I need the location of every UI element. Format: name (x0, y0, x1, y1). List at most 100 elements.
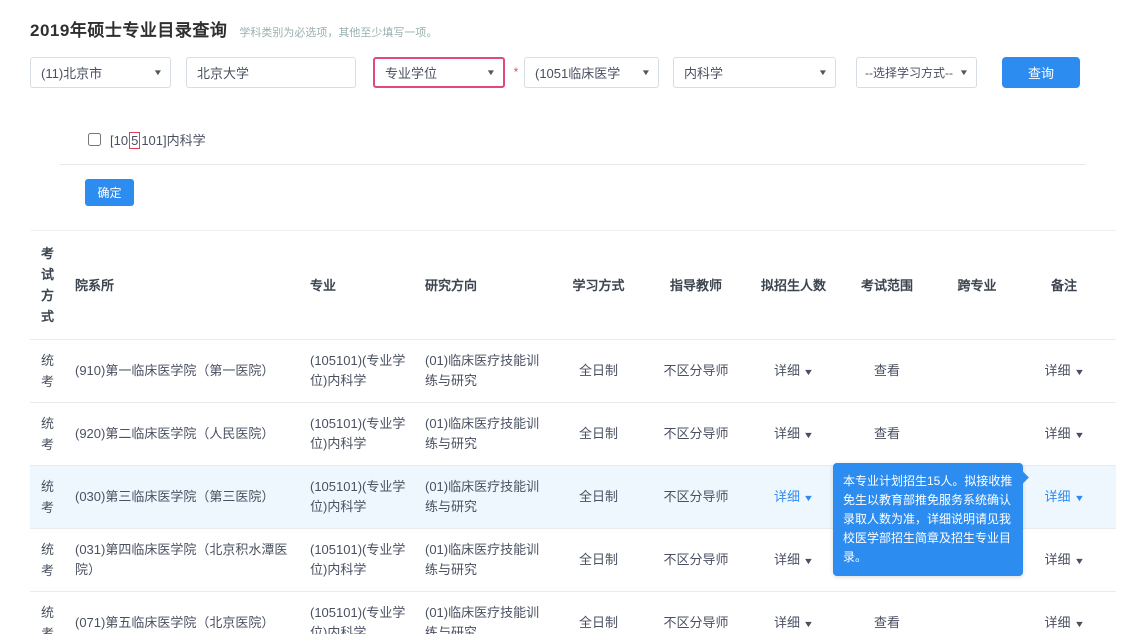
caret-down-icon: ▼ (959, 68, 969, 77)
study-mode-select-value: --选择学习方式-- (865, 64, 953, 81)
remarks-tooltip: 本专业计划招生15人。拟接收推免生以教育部推免服务系统确认录取人数为准，详细说明… (833, 463, 1023, 576)
major-selection-panel: [105101]内科学 确定 (60, 118, 1086, 206)
caret-down-icon: ▼ (803, 614, 814, 634)
page-subtitle: 学科类别为必选项，其他至少填写一项。 (239, 24, 437, 40)
page-header: 2019年硕士专业目录查询 学科类别为必选项，其他至少填写一项。 (0, 0, 1146, 41)
caret-down-icon: ▼ (153, 68, 163, 77)
province-select[interactable]: (11)北京市 ▼ (30, 57, 171, 88)
caret-down-icon: ▼ (1073, 551, 1084, 571)
study-mode-select[interactable]: --选择学习方式-- ▼ (856, 57, 977, 88)
direction-cell: (01)临床医疗技能训练与研究 (425, 477, 551, 517)
catalog-query-page: 2019年硕士专业目录查询 学科类别为必选项，其他至少填写一项。 (11)北京市… (0, 0, 1146, 634)
table-row: 统考 (071)第五临床医学院（北京医院） (105101)(专业学位)内科学 … (30, 591, 1116, 634)
major-select[interactable]: 内科学 ▼ (673, 57, 836, 88)
university-input-wrap (186, 57, 356, 88)
exam-scope-link[interactable]: 查看 (874, 426, 900, 441)
enrollment-detail-dropdown[interactable]: 详细▼ (774, 363, 813, 378)
direction-cell: (01)临床医疗技能训练与研究 (425, 540, 551, 580)
province-select-value: (11)北京市 (41, 63, 102, 82)
supervisor-cell: 不区分导师 (646, 424, 746, 444)
major-checkbox-row: [105101]内科学 (60, 118, 1086, 164)
caret-down-icon: ▼ (1073, 362, 1084, 382)
supervisor-cell: 不区分导师 (646, 550, 746, 570)
major-cell: (105101)(专业学位)内科学 (310, 414, 425, 454)
required-asterisk: * (511, 65, 521, 79)
major-cell: (105101)(专业学位)内科学 (310, 351, 425, 391)
exam-method-cell: 统考 (30, 539, 75, 581)
remarks-detail-dropdown[interactable]: 详细▼ (1045, 363, 1084, 378)
department-cell: (071)第五临床医学院（北京医院） (75, 613, 310, 633)
direction-cell: (01)临床医疗技能训练与研究 (425, 603, 551, 634)
enrollment-detail-dropdown[interactable]: 详细▼ (774, 426, 813, 441)
supervisor-cell: 不区分导师 (646, 487, 746, 507)
exam-method-cell: 统考 (30, 413, 75, 455)
study-mode-cell: 全日制 (551, 361, 646, 381)
highlighted-digit: 5 (129, 132, 140, 149)
remarks-detail-dropdown[interactable]: 详细▼ (1045, 426, 1084, 441)
exam-scope-link[interactable]: 查看 (874, 363, 900, 378)
discipline-select-value: (1051临床医学 (535, 63, 620, 82)
department-cell: (920)第二临床医学院（人民医院） (75, 424, 310, 444)
supervisor-cell: 不区分导师 (646, 361, 746, 381)
exam-method-cell: 统考 (30, 350, 75, 392)
table-row: 统考 (920)第二临床医学院（人民医院） (105101)(专业学位)内科学 … (30, 402, 1116, 465)
enrollment-detail-dropdown[interactable]: 详细▼ (774, 615, 813, 630)
remarks-detail-dropdown[interactable]: 详细▼ (1045, 615, 1084, 630)
direction-cell: (01)临床医疗技能训练与研究 (425, 351, 551, 391)
caret-down-icon: ▼ (803, 362, 814, 382)
caret-down-icon: ▼ (803, 488, 814, 508)
department-cell: (030)第三临床医学院（第三医院） (75, 487, 310, 507)
caret-down-icon: ▼ (818, 68, 828, 77)
exam-scope-link[interactable]: 查看 (874, 615, 900, 630)
header-department: 院系所 (75, 275, 310, 296)
direction-cell: (01)临床医疗技能训练与研究 (425, 414, 551, 454)
study-mode-cell: 全日制 (551, 550, 646, 570)
major-checkbox[interactable] (88, 133, 101, 146)
header-remarks: 备注 (1021, 275, 1107, 296)
header-direction: 研究方向 (425, 275, 551, 296)
discipline-select[interactable]: (1051临床医学 ▼ (524, 57, 659, 88)
caret-down-icon: ▼ (486, 68, 496, 77)
degree-type-select-value: 专业学位 (385, 63, 437, 82)
header-supervisor: 指导教师 (646, 275, 746, 296)
study-mode-cell: 全日制 (551, 487, 646, 507)
caret-down-icon: ▼ (641, 68, 651, 77)
confirm-button[interactable]: 确定 (85, 179, 134, 206)
header-exam-scope: 考试范围 (841, 275, 933, 296)
major-cell: (105101)(专业学位)内科学 (310, 477, 425, 517)
enrollment-detail-dropdown[interactable]: 详细▼ (774, 552, 813, 567)
enrollment-detail-dropdown[interactable]: 详细▼ (774, 489, 813, 504)
caret-down-icon: ▼ (803, 551, 814, 571)
header-major: 专业 (310, 275, 425, 296)
header-enrollment: 拟招生人数 (746, 275, 841, 296)
department-cell: (031)第四临床医学院（北京积水潭医院） (75, 540, 310, 580)
department-cell: (910)第一临床医学院（第一医院） (75, 361, 310, 381)
caret-down-icon: ▼ (803, 425, 814, 445)
degree-type-select[interactable]: 专业学位 ▼ (373, 57, 505, 88)
university-input[interactable] (197, 65, 347, 80)
header-study-mode: 学习方式 (551, 275, 646, 296)
remarks-tooltip-text: 本专业计划招生15人。拟接收推免生以教育部推免服务系统确认录取人数为准，详细说明… (843, 474, 1012, 564)
major-select-value: 内科学 (684, 63, 723, 82)
caret-down-icon: ▼ (1073, 425, 1084, 445)
major-cell: (105101)(专业学位)内科学 (310, 540, 425, 580)
table-header-row: 考试方式 院系所 专业 研究方向 学习方式 指导教师 拟招生人数 考试范围 跨专… (30, 231, 1116, 339)
header-cross-major: 跨专业 (933, 275, 1021, 296)
caret-down-icon: ▼ (1073, 488, 1084, 508)
header-exam-method: 考试方式 (30, 243, 75, 327)
remarks-detail-dropdown[interactable]: 详细▼ (1045, 552, 1084, 567)
exam-method-cell: 统考 (30, 602, 75, 634)
caret-down-icon: ▼ (1073, 614, 1084, 634)
table-row: 统考 (910)第一临床医学院（第一医院） (105101)(专业学位)内科学 … (30, 339, 1116, 402)
remarks-detail-dropdown[interactable]: 详细▼ (1045, 489, 1084, 504)
divider (60, 164, 1086, 165)
supervisor-cell: 不区分导师 (646, 613, 746, 633)
study-mode-cell: 全日制 (551, 424, 646, 444)
exam-method-cell: 统考 (30, 476, 75, 518)
filter-bar: (11)北京市 ▼ 专业学位 ▼ * (1051临床医学 ▼ 内科学 ▼ --选… (30, 56, 1116, 88)
study-mode-cell: 全日制 (551, 613, 646, 633)
query-button[interactable]: 查询 (1002, 57, 1080, 88)
page-title: 2019年硕士专业目录查询 (30, 16, 227, 41)
major-cell: (105101)(专业学位)内科学 (310, 603, 425, 634)
major-checkbox-label: [105101]内科学 (110, 130, 206, 149)
